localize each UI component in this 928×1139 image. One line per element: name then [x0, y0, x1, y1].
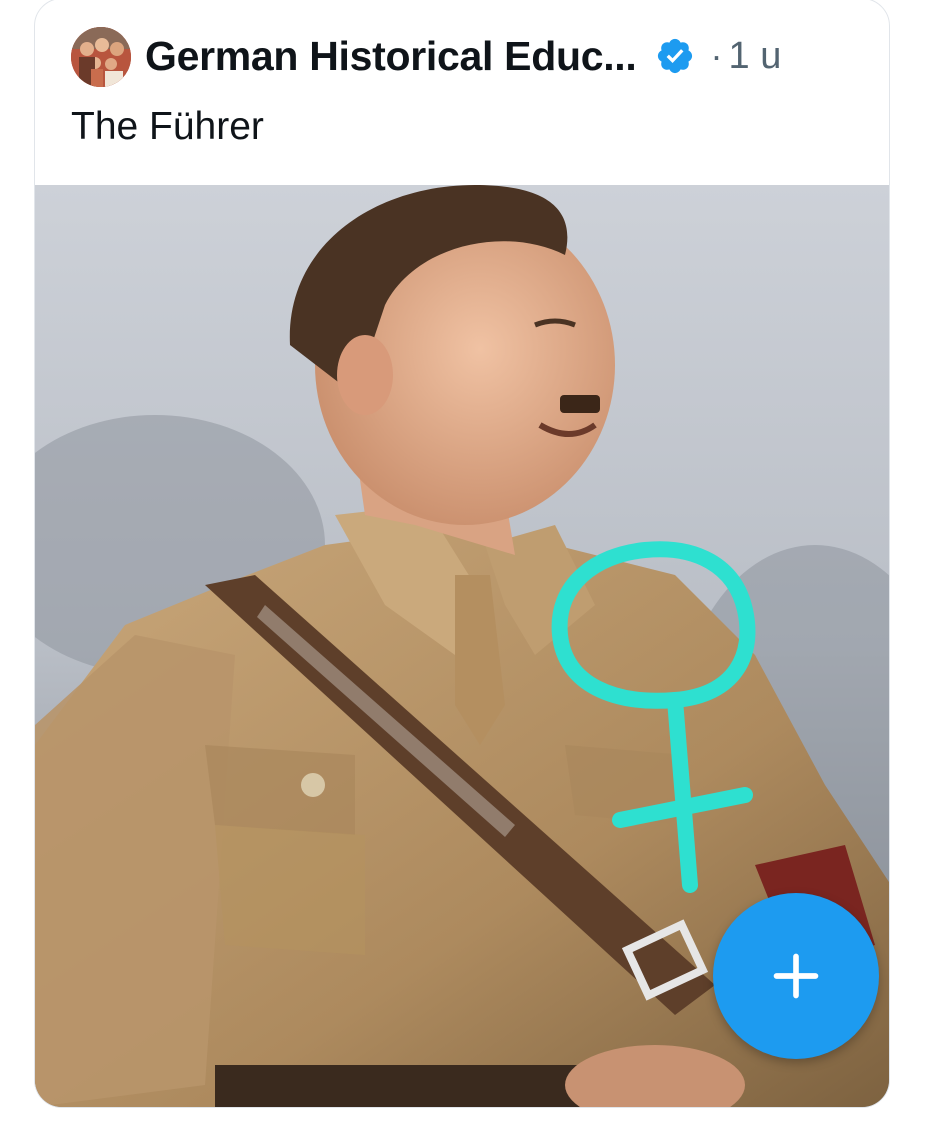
avatar-image [71, 27, 131, 87]
post-text: The Führer [71, 105, 264, 148]
post-header: German Historical Educ... · 1 u The Führ… [35, 0, 889, 185]
plus-icon [773, 953, 819, 999]
author-avatar[interactable] [71, 27, 131, 87]
meta-separator: · [710, 35, 723, 76]
author-row: German Historical Educ... · 1 u [145, 29, 781, 83]
author-name[interactable]: German Historical Educ... [145, 33, 637, 80]
verified-badge-icon [657, 38, 692, 74]
post-timestamp[interactable]: 1 u [729, 35, 782, 78]
compose-fab-button[interactable] [713, 893, 879, 1059]
